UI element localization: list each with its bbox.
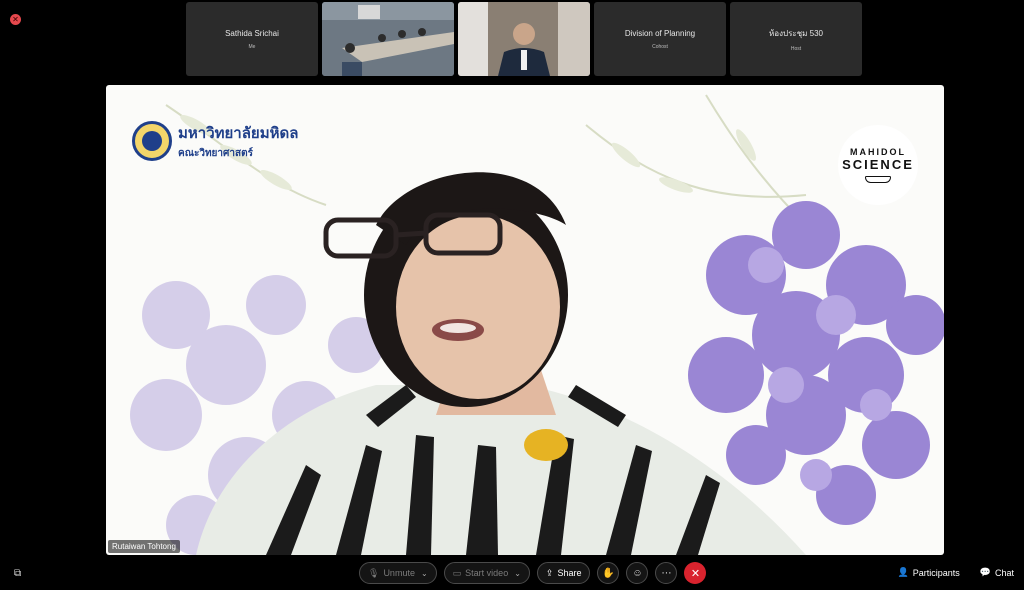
- boat-icon: [865, 176, 891, 183]
- hand-icon: ✋: [602, 567, 615, 579]
- participant-tile[interactable]: ห้องประชุม 530 Host: [730, 2, 862, 76]
- panel-actions: 👤 Participants 💬 Chat: [898, 567, 1014, 578]
- camera-off-icon: ▭: [452, 567, 462, 578]
- participant-role: Cohost: [652, 43, 668, 50]
- participants-strip: Sathida Srichai Me Division of Planning …: [186, 2, 862, 76]
- participant-video-tile[interactable]: [458, 2, 590, 76]
- microphone-muted-icon: 🎙: [368, 567, 380, 578]
- unmute-label: Unmute: [383, 568, 415, 578]
- chevron-down-icon[interactable]: ⌄: [514, 569, 521, 578]
- active-speaker-video: มหาวิทยาลัยมหิดล คณะวิทยาศาสตร์ MAHIDOL …: [106, 85, 944, 555]
- participant-tile[interactable]: Division of Planning Cohost: [594, 2, 726, 76]
- chevron-down-icon[interactable]: ⌄: [421, 569, 428, 578]
- chat-bubble-icon: 💬: [979, 567, 991, 577]
- participant-name: ห้องประชุม 530: [769, 28, 823, 38]
- close-icon[interactable]: ✕: [10, 14, 21, 25]
- participant-name: Sathida Srichai: [225, 28, 279, 38]
- raise-hand-button[interactable]: ✋: [597, 562, 620, 584]
- participants-label: Participants: [912, 567, 960, 578]
- participant-video-tile[interactable]: [322, 2, 454, 76]
- faculty-name: คณะวิทยาศาสตร์: [178, 148, 253, 159]
- participants-button[interactable]: 👤 Participants: [898, 567, 960, 578]
- start-video-label: Start video: [465, 568, 509, 578]
- leave-meeting-button[interactable]: ✕: [684, 562, 707, 584]
- close-icon: ✕: [690, 567, 701, 580]
- university-logo: มหาวิทยาลัยมหิดล คณะวิทยาศาสตร์: [132, 121, 298, 161]
- more-options-button[interactable]: ⋯: [655, 562, 678, 584]
- share-button[interactable]: ⇪ Share: [536, 562, 591, 584]
- university-name: มหาวิทยาลัยมหิดล: [178, 125, 299, 142]
- logo-line-1: MAHIDOL: [850, 147, 906, 157]
- mahidol-science-logo: MAHIDOL SCIENCE: [838, 125, 918, 205]
- participant-role: Host: [790, 45, 802, 52]
- meeting-room-video: [322, 2, 454, 76]
- unmute-button[interactable]: 🎙 Unmute ⌄: [359, 562, 437, 584]
- presenter-video: [458, 2, 590, 76]
- meeting-toolbar: ⧉ 🎙 Unmute ⌄ ▭ Start video ⌄ ⇪ Share ✋ ☺…: [0, 562, 1024, 586]
- meeting-controls: 🎙 Unmute ⌄ ▭ Start video ⌄ ⇪ Share ✋ ☺ ⋯…: [359, 562, 707, 584]
- share-label: Share: [557, 568, 582, 578]
- captions-icon[interactable]: ⧉: [14, 568, 21, 579]
- reactions-button[interactable]: ☺: [626, 562, 649, 584]
- chat-button[interactable]: 💬 Chat: [980, 567, 1014, 578]
- chat-label: Chat: [994, 567, 1014, 578]
- participant-role: Me: [248, 43, 256, 50]
- logo-line-2: SCIENCE: [842, 157, 914, 172]
- speaker-name-label: Rutaiwan Tohtong: [108, 540, 180, 553]
- university-seal-icon: [132, 121, 172, 161]
- participant-tile[interactable]: Sathida Srichai Me: [186, 2, 318, 76]
- share-icon: ⇪: [545, 567, 554, 578]
- more-icon: ⋯: [661, 567, 672, 579]
- start-video-button[interactable]: ▭ Start video ⌄: [443, 562, 530, 584]
- people-icon: 👤: [897, 567, 909, 577]
- participant-name: Division of Planning: [624, 28, 696, 38]
- emoji-icon: ☺: [632, 567, 643, 579]
